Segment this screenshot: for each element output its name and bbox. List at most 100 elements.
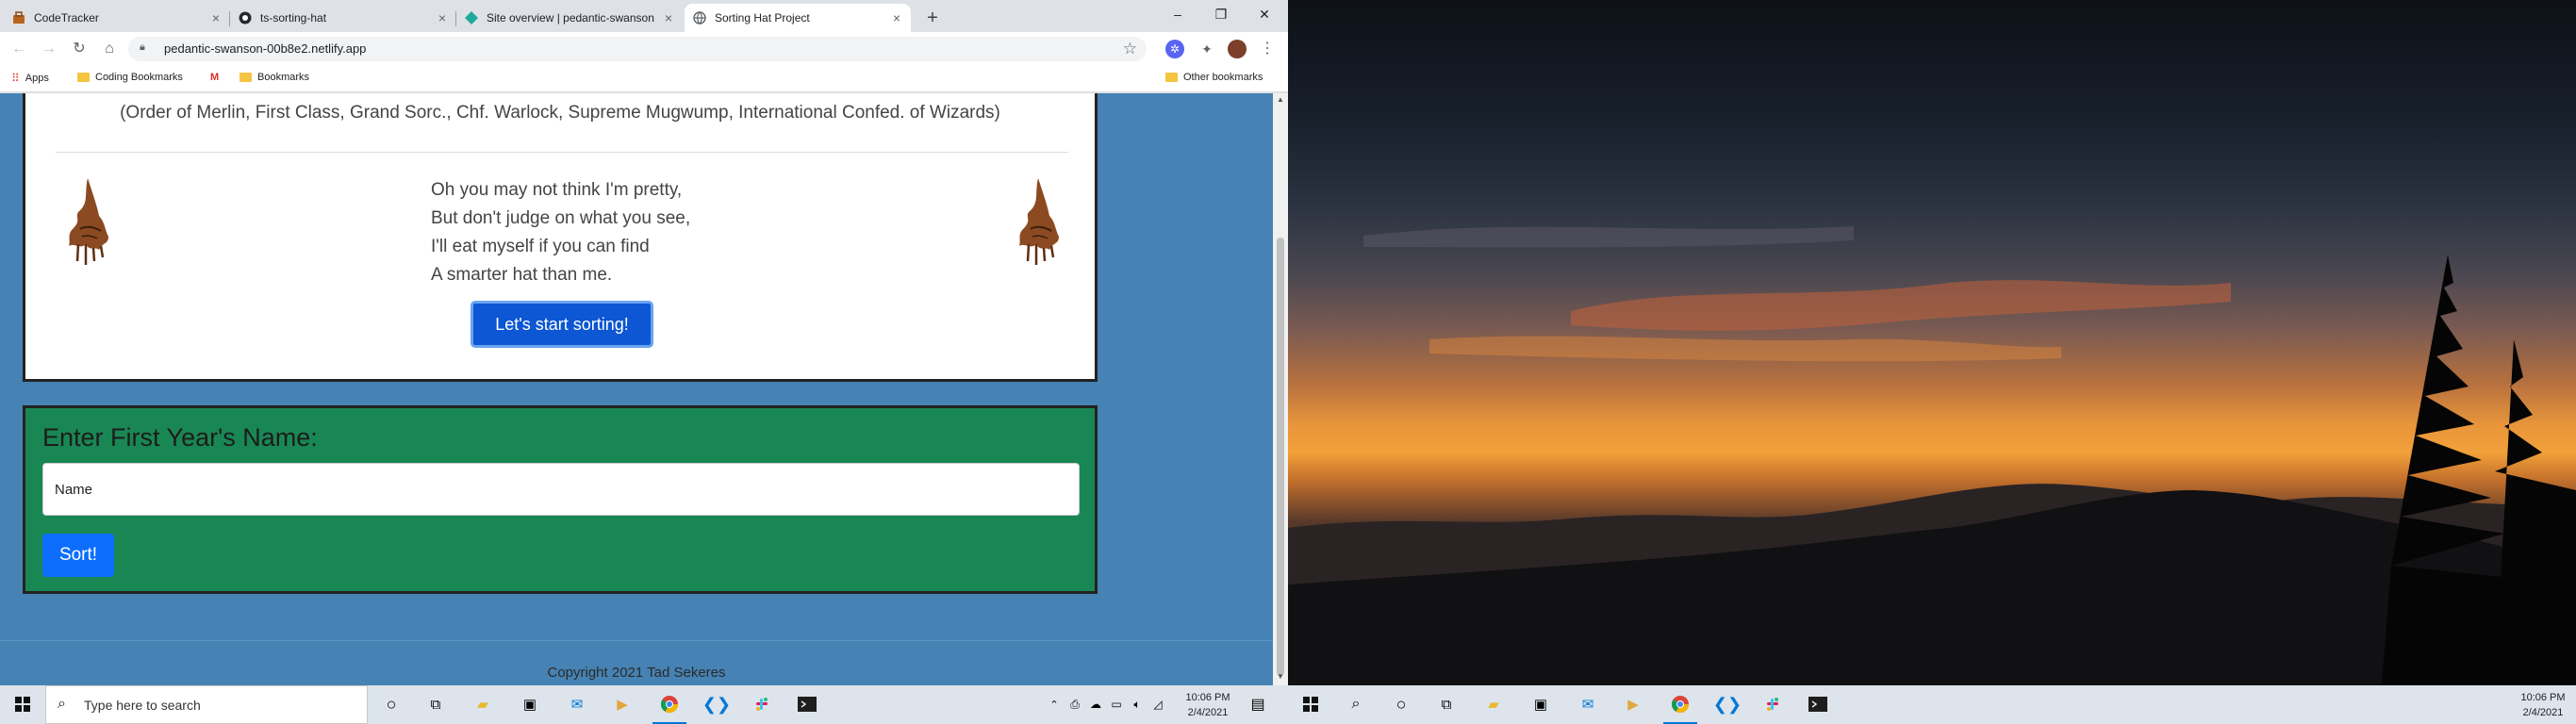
sorting-hat-icon — [1012, 174, 1065, 269]
apps-grid-icon: ⠿ — [11, 72, 20, 85]
bookmark-gmail[interactable]: M — [210, 72, 219, 83]
scroll-up-icon[interactable]: ▲ — [1273, 95, 1288, 108]
poem-line: Oh you may not think I'm pretty, — [431, 180, 683, 200]
network-icon[interactable]: ◿ — [1147, 693, 1169, 716]
scroll-down-icon[interactable]: ▼ — [1273, 672, 1288, 685]
clock-time: 10:06 PM — [1185, 692, 1230, 703]
onedrive-icon[interactable]: ☁ — [1084, 693, 1107, 716]
search-placeholder: Type here to search — [84, 698, 201, 713]
battery-icon[interactable]: ▭ — [1105, 693, 1128, 716]
bookmark-label: Other bookmarks — [1183, 72, 1263, 83]
sort-button[interactable]: Sort! — [42, 534, 114, 577]
tab-title: Sorting Hat Project — [715, 11, 810, 25]
bookmark-label: Coding Bookmarks — [95, 72, 183, 83]
footer-divider — [0, 640, 1273, 641]
scrollbar[interactable]: ▲ ▼ — [1273, 93, 1288, 685]
extensions-puzzle-icon[interactable]: ✦ — [1197, 40, 1216, 58]
close-icon[interactable]: × — [890, 11, 903, 25]
search-icon[interactable]: ⌕ — [1345, 693, 1367, 716]
tray-icons[interactable]: ⎙ — [1064, 693, 1086, 716]
right-monitor: ⌕ ○ ⧉ ▰ ▣ ✉ ▶ ❮❯ 10:06 PM 2/4/2021 — [1288, 0, 2576, 724]
desktop-wallpaper — [1288, 0, 2576, 685]
page-viewport: (Order of Merlin, First Class, Grand Sor… — [0, 93, 1273, 685]
bookmark-coding[interactable]: Coding Bookmarks — [77, 72, 183, 83]
taskbar-search[interactable]: ⌕ Type here to search — [45, 685, 368, 724]
browser-toolbar: ← → ↻ ⌂ 🔒︎ pedantic-swanson-00b8e2.netli… — [0, 32, 1288, 66]
mail-icon[interactable]: ✉ — [566, 693, 588, 716]
volume-icon[interactable]: 🔈︎ — [1126, 693, 1148, 716]
new-tab-button[interactable]: + — [920, 6, 945, 30]
chrome-icon[interactable] — [1669, 693, 1692, 716]
forward-icon[interactable]: → — [38, 38, 60, 60]
bookmark-bookmarks[interactable]: Bookmarks — [239, 72, 309, 83]
tab-codetracker[interactable]: CodeTracker × — [4, 4, 230, 32]
tab-title: CodeTracker — [34, 11, 99, 25]
window-close-icon[interactable]: ✕ — [1243, 0, 1286, 28]
address-bar[interactable]: 🔒︎ pedantic-swanson-00b8e2.netlify.app ☆ — [128, 37, 1147, 61]
taskbar-clock[interactable]: 10:06 PM 2/4/2021 — [2514, 690, 2572, 720]
home-icon[interactable]: ⌂ — [98, 38, 121, 60]
folder-icon — [239, 73, 252, 82]
bookmark-apps[interactable]: ⠿ Apps — [11, 72, 49, 85]
poem-line: I'll eat myself if you can find — [431, 237, 650, 256]
bookmark-label: Apps — [25, 73, 49, 84]
bookmarks-bar: ⠿ Apps Coding Bookmarks M Bookmarks Othe… — [0, 66, 1288, 92]
chrome-icon[interactable] — [658, 693, 681, 716]
taskbar-clock[interactable]: 10:06 PM 2/4/2021 — [1179, 690, 1237, 720]
avatar[interactable] — [1228, 40, 1247, 58]
tab-site-overview[interactable]: Site overview | pedantic-swanson × — [456, 4, 683, 32]
netlify-icon — [464, 10, 479, 25]
url-text: pedantic-swanson-00b8e2.netlify.app — [164, 41, 367, 56]
bookmark-label: Bookmarks — [257, 72, 310, 83]
terminal-icon[interactable] — [1807, 693, 1829, 716]
sorting-hat-icon — [61, 174, 114, 269]
file-explorer-icon[interactable]: ▰ — [1482, 693, 1505, 716]
back-icon[interactable]: ← — [8, 38, 30, 60]
file-explorer-icon[interactable]: ▰ — [471, 693, 494, 716]
media-icon[interactable]: ▶ — [1622, 693, 1644, 716]
cortana-icon[interactable]: ○ — [380, 693, 403, 716]
bookmark-star-icon[interactable]: ☆ — [1123, 40, 1137, 58]
name-input[interactable] — [42, 463, 1080, 516]
windows-start-icon[interactable] — [1299, 693, 1322, 716]
minimize-icon[interactable]: – — [1156, 0, 1199, 28]
mail-icon[interactable]: ✉ — [1577, 693, 1599, 716]
start-sorting-button[interactable]: Let's start sorting! — [471, 301, 653, 348]
cortana-icon[interactable]: ○ — [1390, 693, 1412, 716]
left-monitor: CodeTracker × ts-sorting-hat × Site over… — [0, 0, 1288, 724]
reload-icon[interactable]: ↻ — [68, 38, 91, 60]
name-form-card: Enter First Year's Name: Sort! — [23, 405, 1098, 594]
slack-icon[interactable] — [751, 693, 773, 716]
tab-title: ts-sorting-hat — [260, 11, 327, 25]
copyright: Copyright 2021 Tad Sekeres — [547, 665, 726, 681]
poem-line: But don't judge on what you see, — [431, 208, 691, 228]
bookmark-other[interactable]: Other bookmarks — [1165, 72, 1263, 83]
vscode-icon[interactable]: ❮❯ — [1713, 693, 1742, 716]
tab-sorting-hat-project[interactable]: Sorting Hat Project × — [685, 4, 911, 32]
close-icon[interactable]: × — [436, 11, 449, 25]
windows-start-icon[interactable] — [11, 693, 34, 716]
media-icon[interactable]: ▶ — [611, 693, 634, 716]
vscode-icon[interactable]: ❮❯ — [702, 693, 731, 716]
search-icon: ⌕ — [58, 696, 66, 712]
tab-ts-sorting-hat[interactable]: ts-sorting-hat × — [230, 4, 456, 32]
codetracker-icon — [11, 10, 26, 25]
slack-icon[interactable] — [1761, 693, 1784, 716]
poem: Oh you may not think I'm pretty, But don… — [431, 176, 690, 289]
close-icon[interactable]: × — [662, 11, 675, 25]
task-view-icon[interactable]: ⧉ — [1435, 693, 1458, 716]
store-icon[interactable]: ▣ — [519, 693, 541, 716]
restore-icon[interactable]: ❐ — [1199, 0, 1243, 28]
terminal-icon[interactable] — [796, 693, 818, 716]
close-icon[interactable]: × — [209, 11, 223, 25]
extension-icon[interactable]: ✲ — [1165, 40, 1184, 58]
clock-time: 10:06 PM — [2520, 692, 2566, 703]
store-icon[interactable]: ▣ — [1529, 693, 1552, 716]
menu-icon[interactable]: ⋮ — [1258, 40, 1277, 58]
tray-overflow-icon[interactable]: ⌃ — [1043, 693, 1065, 716]
tab-strip: CodeTracker × ts-sorting-hat × Site over… — [0, 0, 1288, 32]
notification-icon[interactable]: ▤ — [1247, 693, 1269, 716]
task-view-icon[interactable]: ⧉ — [424, 693, 447, 716]
form-title: Enter First Year's Name: — [42, 423, 318, 452]
scroll-thumb[interactable] — [1277, 238, 1284, 676]
